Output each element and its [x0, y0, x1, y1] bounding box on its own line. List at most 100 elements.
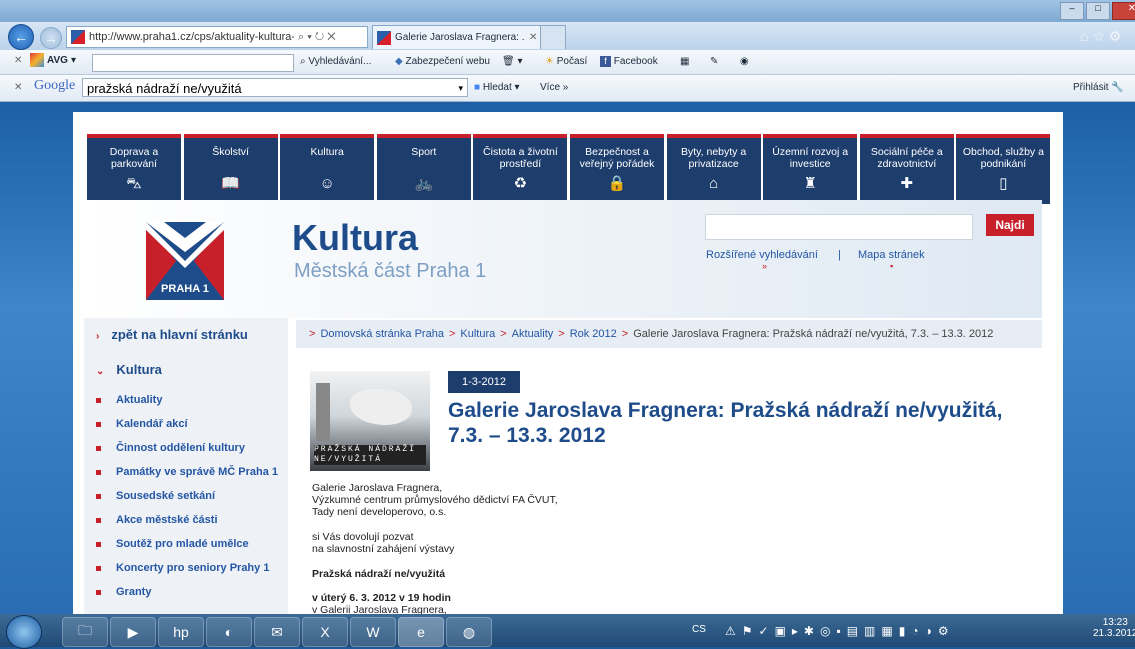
site-favicon-icon — [71, 30, 85, 44]
nav-category-label: Územní rozvoj a investice — [772, 146, 849, 170]
address-bar[interactable]: http://www.praha1.cz/cps/aktuality-kultu… — [66, 26, 368, 48]
house-icon: ⌂ — [709, 175, 719, 192]
nav-category-label: Čistota a životní prostředí — [483, 146, 558, 170]
avg-button[interactable]: AVG ▾ — [30, 53, 76, 67]
nav-category-2[interactable]: Kultura ☺ — [280, 134, 375, 204]
nav-category-label: Kultura — [310, 146, 344, 158]
advanced-search-link[interactable]: Rozšířené vyhledávání » — [706, 249, 818, 271]
clock[interactable]: 13:23 21.3.2012 — [1093, 617, 1135, 639]
article-thumbnail[interactable]: PRAŽSKÁ NÁDRAŽÍ NE/VYUŽITÁ — [310, 371, 430, 471]
nav-category-label: Byty, nebyty a privatizace — [681, 146, 747, 170]
explorer-icon[interactable]: 🗀 — [62, 617, 108, 647]
address-actions-icon[interactable]: ⌕ ▾ ↻ ✕ — [298, 31, 336, 44]
thumbnail-shape — [350, 389, 412, 425]
nav-category-0[interactable]: Doprava a parkování ⛍ — [87, 134, 181, 204]
sidebar-item[interactable]: Soutěž pro mladé umělce — [96, 538, 249, 550]
excel-icon[interactable]: X — [302, 617, 348, 647]
avg-search-button[interactable]: ⌕ Vyhledávání... — [300, 56, 371, 67]
start-button[interactable] — [6, 615, 42, 649]
google-more-button[interactable]: Více » — [540, 82, 568, 93]
avg-search-input[interactable] — [92, 54, 294, 72]
bullet-icon — [96, 589, 101, 595]
crane-icon: ♜ — [803, 175, 817, 192]
nav-category-7[interactable]: Územní rozvoj a investice ♜ — [763, 134, 858, 204]
nav-category-9[interactable]: Obchod, služby a podnikání ▯ — [956, 134, 1051, 204]
browser-icon[interactable]: ◍ — [446, 617, 492, 647]
nav-category-label: Obchod, služby a podnikání — [962, 146, 1044, 170]
back-to-home-link[interactable]: › zpět na hlavní stránku — [96, 327, 248, 342]
home-star-gear-icons[interactable]: ⌂ ☆ ⚙ — [1080, 28, 1121, 45]
shop-icon: ▯ — [999, 175, 1008, 192]
magnifier-icon[interactable]: ◉ — [740, 56, 749, 67]
chevron-down-icon: ▾ — [70, 54, 76, 66]
firefox-icon[interactable]: ◐ — [206, 617, 252, 647]
chevron-right-icon: » — [762, 261, 768, 271]
sidebar-item[interactable]: Sousedské setkání — [96, 490, 215, 502]
tab-active[interactable]: Galerie Jaroslava Fragnera: ... ✕ — [372, 25, 542, 49]
notepad-icon[interactable]: ✎ — [710, 56, 718, 67]
page-title: Kultura — [292, 217, 418, 258]
maximize-button[interactable]: □ — [1086, 2, 1110, 20]
sidebar-item[interactable]: Granty — [96, 586, 151, 598]
nav-category-6[interactable]: Byty, nebyty a privatizace ⌂ — [666, 134, 761, 204]
article-line: Galerie Jaroslava Fragnera, — [312, 482, 443, 494]
nav-category-8[interactable]: Sociální péče a zdravotnictví ✚ — [859, 134, 954, 204]
facebook-button[interactable]: f Facebook — [600, 56, 658, 67]
search-button[interactable]: Najdi — [986, 214, 1034, 236]
breadcrumb-link[interactable]: Kultura — [460, 328, 495, 340]
calculator-icon[interactable]: ▦ — [680, 56, 689, 67]
sidebar-item[interactable]: Kalendář akcí — [96, 418, 188, 430]
language-indicator[interactable]: CS — [692, 624, 706, 635]
chevron-right-icon: › — [96, 331, 100, 342]
weather-button[interactable]: ☀ Počasí — [545, 56, 587, 67]
google-search-input[interactable]: pražská nádraží ne/využitá ▾ — [82, 78, 468, 97]
google-logo-icon: ■ — [474, 82, 481, 93]
nav-category-4[interactable]: Čistota a životní prostředí ♻ — [473, 134, 568, 204]
breadcrumb-separator: > — [621, 328, 629, 340]
web-security-button[interactable]: ◆ Zabezpečení webu — [395, 56, 490, 67]
site-search-input[interactable] — [705, 214, 973, 240]
recycle-icon: ♻ — [513, 175, 528, 192]
sidebar-item-label: Soutěž pro mladé umělce — [116, 538, 249, 550]
clock-date: 21.3.2012 — [1093, 628, 1135, 639]
word-icon[interactable]: W — [350, 617, 396, 647]
media-player-icon[interactable]: ▶ — [110, 617, 156, 647]
breadcrumb-link[interactable]: Domovská stránka Praha — [320, 328, 444, 340]
trash-menu-button[interactable]: 🗑 ▾ — [502, 56, 523, 67]
breadcrumb-link[interactable]: Rok 2012 — [570, 328, 617, 340]
sidebar-item[interactable]: Aktuality — [96, 394, 162, 406]
sidebar-item[interactable]: Činnost oddělení kultury — [96, 442, 245, 454]
bullet-icon — [96, 517, 101, 523]
nav-category-label: Doprava a parkování — [109, 146, 159, 170]
tab-close-icon[interactable]: ✕ — [529, 32, 537, 43]
nav-category-3[interactable]: Sport 🚲 — [376, 134, 471, 204]
outlook-icon[interactable]: ✉ — [254, 617, 300, 647]
signin-button[interactable]: Přihlásit 🔧 — [1073, 82, 1124, 93]
breadcrumb-link[interactable]: Aktuality — [512, 328, 554, 340]
nav-category-5[interactable]: Bezpečnost a veřejný pořádek 🔒 — [570, 134, 664, 204]
forward-button[interactable]: → — [40, 27, 62, 49]
google-search-button[interactable]: ■ Hledat ▾ — [474, 82, 520, 93]
new-tab-button[interactable] — [540, 25, 566, 49]
internet-explorer-icon[interactable]: e — [398, 617, 444, 647]
sidebar-item[interactable]: Akce městské části — [96, 514, 218, 526]
sidebar-item[interactable]: Památky ve správě MČ Praha 1 — [96, 466, 278, 478]
back-button[interactable]: ← — [8, 24, 34, 50]
nav-category-1[interactable]: Školství 📖 — [183, 134, 278, 204]
article-line: Výzkumné centrum průmyslového dědictví F… — [312, 494, 558, 506]
close-button[interactable]: ✕ — [1112, 2, 1135, 20]
praha1-logo[interactable]: PRAHA 1 — [146, 222, 224, 300]
minimize-button[interactable]: – — [1060, 2, 1084, 20]
sidebar-section-kultura[interactable]: ⌄ Kultura — [96, 362, 162, 377]
tray-icons[interactable]: ⚠⚑✓▣▸✱◎▪▤▥▦▮◔◑⚙ — [725, 624, 955, 638]
sidebar-item-label: Aktuality — [116, 394, 163, 406]
nav-category-label: Školství — [212, 146, 249, 158]
sidebar-item[interactable]: Koncerty pro seniory Prahy 1 — [96, 562, 269, 574]
weather-icon: ☀ — [545, 56, 554, 67]
window-title-bar — [0, 0, 1135, 22]
sitemap-link[interactable]: Mapa stránek ▪ — [858, 249, 925, 271]
nav-category-label: Sociální péče a zdravotnictví — [870, 146, 943, 170]
avg-close-icon[interactable]: ✕ — [14, 55, 22, 66]
google-close-icon[interactable]: ✕ — [14, 82, 22, 93]
hp-icon[interactable]: hp — [158, 617, 204, 647]
